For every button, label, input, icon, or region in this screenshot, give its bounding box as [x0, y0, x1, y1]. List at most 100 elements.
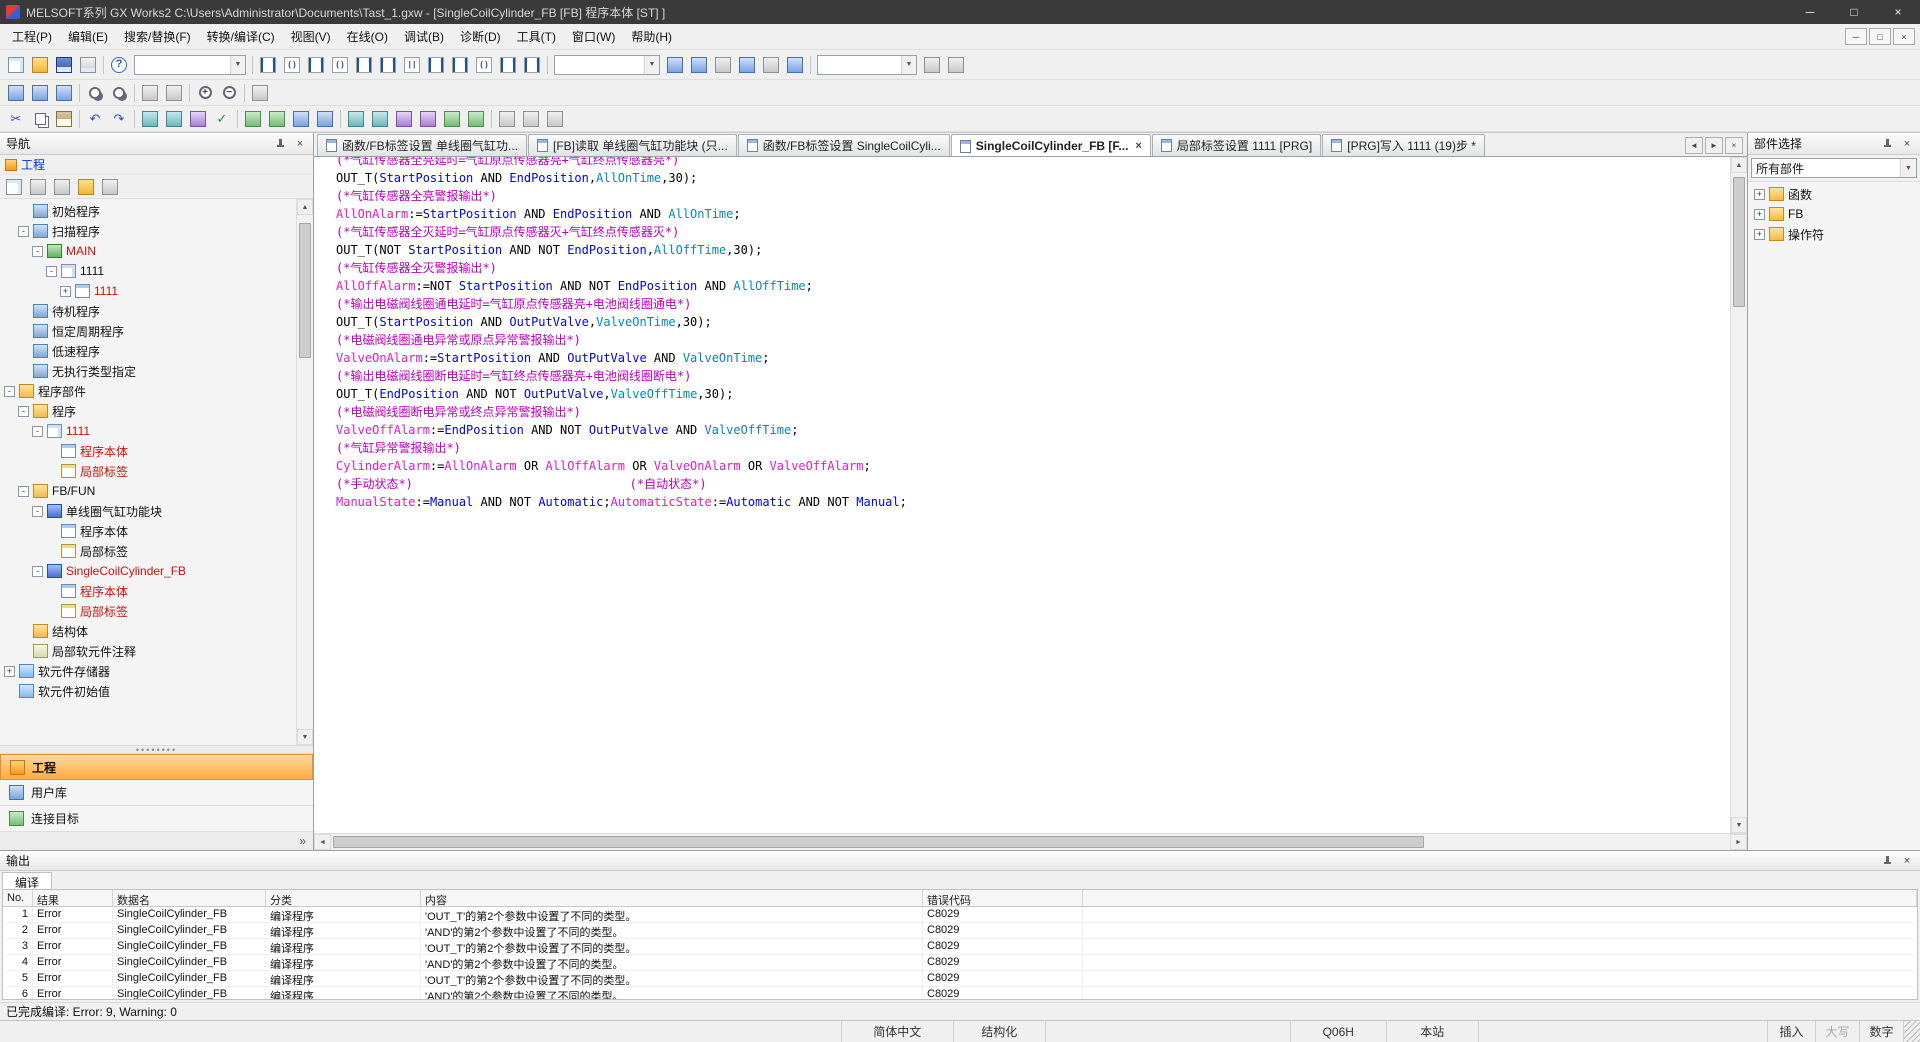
st-editor[interactable]: (*气缸传感器全亮延时=气缸原点传感器亮+气缸终点传感器亮*)OUT_T(Sta…	[314, 157, 1730, 833]
menu-item-11[interactable]: 帮助(H)	[623, 24, 680, 49]
tree-item[interactable]: -单线圈气缸功能块	[0, 501, 296, 521]
menu-item-9[interactable]: 工具(T)	[509, 24, 564, 49]
program-combo[interactable]: ▼	[554, 55, 660, 75]
tree-display-filter-button[interactable]	[50, 177, 74, 197]
column-header[interactable]: 错误代码	[923, 890, 1083, 906]
comment-display-button[interactable]	[495, 108, 519, 130]
mdi-restore-button[interactable]: □	[1869, 28, 1891, 45]
paste-button[interactable]	[52, 108, 76, 130]
editor-tab-2[interactable]: [FB]读取 单线圈气缸功能块 (只...	[528, 134, 737, 156]
pin-icon[interactable]	[1880, 137, 1894, 151]
simulation-stop-button[interactable]	[464, 108, 488, 130]
open-project-button[interactable]	[28, 54, 52, 76]
scroll-right-icon[interactable]: ►	[1730, 834, 1747, 850]
convert-button[interactable]	[138, 108, 162, 130]
tree-item[interactable]: 初始程序	[0, 201, 296, 221]
column-header[interactable]: No.	[3, 890, 33, 906]
pin-icon[interactable]	[273, 137, 287, 151]
tree-item[interactable]: 局部标签	[0, 601, 296, 621]
tree-item[interactable]: -1111	[0, 421, 296, 441]
falling-pulse-button[interactable]: ( )	[472, 54, 496, 76]
collapse-icon[interactable]: -	[18, 226, 29, 237]
redo-button[interactable]: ↷	[107, 108, 131, 130]
error-row[interactable]: 3ErrorSingleCoilCylinder_FB编译程序'OUT_T'的第…	[3, 939, 1917, 955]
compile-tab[interactable]: 编译	[2, 872, 52, 889]
chevron-down-icon[interactable]: ▼	[644, 56, 659, 74]
program-check-button[interactable]: ✓	[210, 108, 234, 130]
editor-tab-5[interactable]: 局部标签设置 1111 [PRG]	[1152, 134, 1321, 156]
menu-item-2[interactable]: 编辑(E)	[60, 24, 116, 49]
chevron-down-icon[interactable]: ▼	[901, 56, 916, 74]
watch-window-button[interactable]	[392, 108, 416, 130]
tree-item[interactable]: -MAIN	[0, 241, 296, 261]
close-icon[interactable]: ×	[1900, 854, 1914, 868]
nav-view-item[interactable]: 连接目标	[0, 806, 313, 832]
scroll-down-icon[interactable]: ▼	[297, 729, 313, 745]
error-row[interactable]: 6ErrorSingleCoilCylinder_FB编译程序'AND'的第2个…	[3, 987, 1917, 1000]
note-button[interactable]	[711, 54, 735, 76]
declaration-button[interactable]	[735, 54, 759, 76]
tree-sort-button[interactable]	[26, 177, 50, 197]
tree-item[interactable]: +软元件存储器	[0, 661, 296, 681]
pin-icon[interactable]	[1880, 854, 1894, 868]
tree-item[interactable]: 局部标签	[0, 461, 296, 481]
collapse-icon[interactable]: -	[46, 266, 57, 277]
note-display-button[interactable]	[543, 108, 567, 130]
simulation-start-button[interactable]	[440, 108, 464, 130]
menu-item-7[interactable]: 调试(B)	[396, 24, 452, 49]
chevron-down-icon[interactable]: ▼	[230, 56, 245, 74]
tree-item[interactable]: 程序本体	[0, 581, 296, 601]
collapse-icon[interactable]: -	[18, 406, 29, 417]
tree-item[interactable]: 待机程序	[0, 301, 296, 321]
menu-item-1[interactable]: 工程(P)	[4, 24, 60, 49]
editor-vscrollbar[interactable]: ▲ ▼	[1730, 157, 1747, 833]
tab-close-all-icon[interactable]: ×	[1725, 137, 1743, 154]
scroll-up-icon[interactable]: ▲	[1731, 157, 1747, 173]
mdi-minimize-button[interactable]: ─	[1845, 28, 1867, 45]
read-from-plc-button[interactable]	[313, 108, 337, 130]
tree-item[interactable]: 恒定周期程序	[0, 321, 296, 341]
docking-window-button[interactable]	[920, 54, 944, 76]
tree-item[interactable]: 无执行类型指定	[0, 361, 296, 381]
tree-collapse-all-button[interactable]	[74, 177, 98, 197]
tab-scroll-right-icon[interactable]: ►	[1705, 137, 1723, 154]
tree-item[interactable]: -程序	[0, 401, 296, 421]
editor-tab-4[interactable]: SingleCoilCylinder_FB [F...×	[951, 134, 1151, 156]
open-contact-button[interactable]	[256, 54, 280, 76]
cross-reference-button[interactable]	[4, 82, 28, 104]
collapse-icon[interactable]: -	[4, 386, 15, 397]
tree-item[interactable]: -1111	[0, 261, 296, 281]
window-combo[interactable]: ▼	[817, 55, 917, 75]
help-button[interactable]: ?	[107, 54, 131, 76]
forced-on-off-button[interactable]	[368, 108, 392, 130]
nav-view-item[interactable]: 用户库	[0, 780, 313, 806]
expand-icon[interactable]: +	[1754, 209, 1765, 220]
parts-filter-combo[interactable]: 所有部件 ▼	[1751, 158, 1917, 178]
vertical-line-button[interactable]: | |	[400, 54, 424, 76]
tree-item[interactable]: 局部软元件注释	[0, 641, 296, 661]
menu-item-10[interactable]: 窗口(W)	[564, 24, 623, 49]
scroll-down-icon[interactable]: ▼	[1731, 817, 1747, 833]
close-branch-button[interactable]: ( )	[328, 54, 352, 76]
menu-item-4[interactable]: 转换/编译(C)	[199, 24, 283, 49]
chevron-down-icon[interactable]: ▼	[1900, 159, 1916, 177]
edit-mode-button[interactable]	[783, 54, 807, 76]
stop-monitor-button[interactable]	[265, 108, 289, 130]
tree-item[interactable]: +1111	[0, 281, 296, 301]
tab-scroll-left-icon[interactable]: ◄	[1685, 137, 1703, 154]
cut-button[interactable]: ✂	[4, 108, 28, 130]
zoom-in-button[interactable]: +	[193, 82, 217, 104]
mdi-close-button[interactable]: ×	[1893, 28, 1915, 45]
error-row[interactable]: 5ErrorSingleCoilCylinder_FB编译程序'OUT_T'的第…	[3, 971, 1917, 987]
menu-item-3[interactable]: 搜索/替换(F)	[116, 24, 199, 49]
expand-icon[interactable]: +	[1754, 229, 1765, 240]
tree-item[interactable]: 软元件初始值	[0, 681, 296, 701]
scroll-thumb[interactable]	[1733, 177, 1745, 307]
delete-horizontal-line-button[interactable]	[520, 54, 544, 76]
editor-hscrollbar[interactable]: ◄ ►	[314, 833, 1747, 850]
statement-display-button[interactable]	[519, 108, 543, 130]
device-list-button[interactable]	[28, 82, 52, 104]
menu-item-8[interactable]: 诊断(D)	[452, 24, 509, 49]
expand-icon[interactable]: +	[1754, 189, 1765, 200]
write-to-plc-button[interactable]	[289, 108, 313, 130]
